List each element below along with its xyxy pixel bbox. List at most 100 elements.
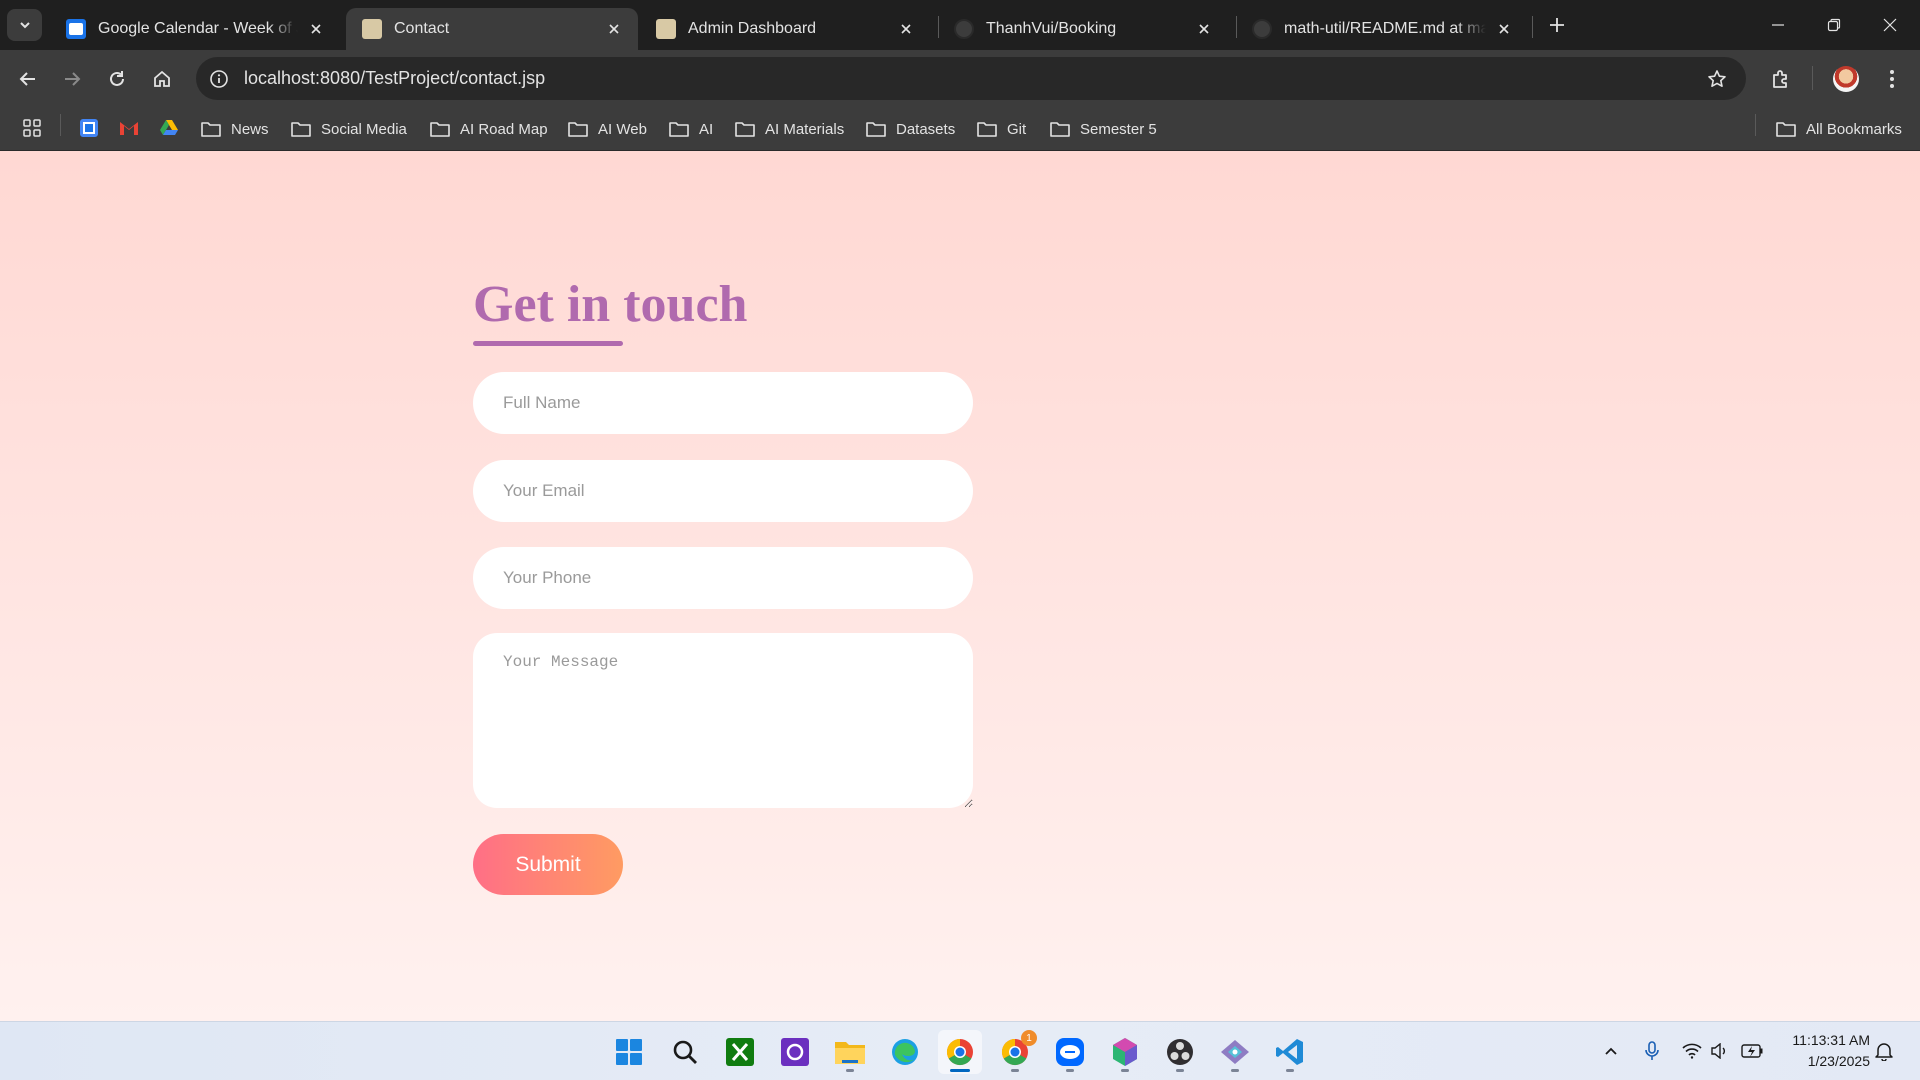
obs-icon xyxy=(1167,1039,1193,1065)
new-tab-button[interactable] xyxy=(1542,10,1572,40)
taskbar-xbox[interactable] xyxy=(718,1030,762,1074)
search-icon xyxy=(673,1040,697,1064)
minimize-button[interactable] xyxy=(1750,0,1806,50)
extensions-button[interactable] xyxy=(1763,61,1799,97)
google-drive-icon[interactable] xyxy=(158,117,180,139)
running-indicator xyxy=(1286,1069,1294,1072)
tab-search-button[interactable] xyxy=(7,9,42,41)
bookmark-label: AI Web xyxy=(598,120,647,138)
submit-button[interactable]: Submit xyxy=(473,834,623,895)
folder-icon xyxy=(291,122,311,137)
home-button[interactable] xyxy=(144,61,180,97)
plus-icon xyxy=(1550,18,1564,32)
bookmark-label: Datasets xyxy=(896,120,956,138)
bookmark-folder-datasets[interactable]: Datasets xyxy=(866,115,955,143)
wifi-icon xyxy=(1682,1043,1702,1059)
address-bar[interactable]: localhost:8080/TestProject/contact.jsp xyxy=(196,57,1746,100)
active-indicator xyxy=(950,1069,970,1072)
restore-button[interactable] xyxy=(1806,0,1862,50)
close-icon[interactable] xyxy=(604,19,624,39)
tab-contact[interactable]: Contact xyxy=(346,8,638,50)
close-icon[interactable] xyxy=(306,19,326,39)
bookmark-star-icon[interactable] xyxy=(1702,64,1732,94)
profile-button[interactable] xyxy=(1828,61,1864,97)
folder-icon xyxy=(977,122,997,137)
bookmark-folder-ai[interactable]: AI xyxy=(669,115,713,143)
taskbar-search-button[interactable] xyxy=(663,1030,707,1074)
taskbar-hex-app[interactable] xyxy=(1103,1030,1147,1074)
full-name-input[interactable] xyxy=(473,372,973,434)
phone-input[interactable] xyxy=(473,547,973,609)
bookmark-label: Social Media xyxy=(321,120,407,138)
taskbar-chrome-profile[interactable]: 1 xyxy=(993,1030,1037,1074)
start-button[interactable] xyxy=(607,1030,651,1074)
taskbar-file-explorer[interactable] xyxy=(828,1030,872,1074)
bookmark-folder-ai-web[interactable]: AI Web xyxy=(568,115,647,143)
zalo-icon xyxy=(1056,1038,1084,1066)
more-vertical-icon xyxy=(1890,70,1894,88)
reload-button[interactable] xyxy=(99,61,135,97)
back-button[interactable] xyxy=(10,61,46,97)
bookmark-folder-ai-materials[interactable]: AI Materials xyxy=(735,115,844,143)
windows-taskbar: 1 11:13:31 AM 1/23/2025 xyxy=(0,1021,1920,1080)
tab-booking[interactable]: ThanhVui/Booking xyxy=(938,8,1228,50)
contact-page: Get in touch Submit xyxy=(0,151,1920,1021)
gmail-icon[interactable] xyxy=(118,117,140,139)
bell-icon xyxy=(1875,1043,1893,1061)
message-textarea[interactable] xyxy=(473,633,973,808)
apps-grid-icon[interactable] xyxy=(21,117,43,139)
xbox-icon xyxy=(726,1038,754,1066)
microphone-button[interactable] xyxy=(1638,1037,1666,1065)
bookmark-folder-semester-5[interactable]: Semester 5 xyxy=(1050,115,1157,143)
taskbar-chrome[interactable] xyxy=(938,1030,982,1074)
toolbar-separator xyxy=(1812,66,1813,90)
tab-title: Contact xyxy=(394,20,450,37)
chevron-down-icon xyxy=(19,22,30,29)
close-icon[interactable] xyxy=(896,19,916,39)
taskbar-zalo[interactable] xyxy=(1048,1030,1092,1074)
menu-button[interactable] xyxy=(1874,61,1910,97)
puzzle-icon xyxy=(1773,70,1787,88)
folder-icon xyxy=(866,122,886,137)
show-hidden-icons-button[interactable] xyxy=(1597,1037,1625,1065)
bookmark-folder-ai-road-map[interactable]: AI Road Map xyxy=(430,115,548,143)
running-indicator xyxy=(1121,1069,1129,1072)
reload-icon xyxy=(110,71,124,86)
bookmark-folder-news[interactable]: News xyxy=(201,115,269,143)
avatar xyxy=(1833,66,1859,92)
bookmark-folder-git[interactable]: Git xyxy=(977,115,1026,143)
taskbar-git-app[interactable] xyxy=(1213,1030,1257,1074)
forward-button[interactable] xyxy=(54,61,90,97)
home-icon xyxy=(154,70,170,87)
calendar-icon[interactable] xyxy=(78,117,100,139)
notifications-button[interactable] xyxy=(1870,1037,1898,1065)
taskbar-obs[interactable] xyxy=(1158,1030,1202,1074)
wifi-button[interactable] xyxy=(1678,1037,1706,1065)
bookmark-label: News xyxy=(231,120,269,138)
volume-button[interactable] xyxy=(1706,1037,1734,1065)
tab-admin-dashboard[interactable]: Admin Dashboard xyxy=(640,8,930,50)
chevron-up-icon xyxy=(1605,1047,1617,1055)
folder-icon xyxy=(1050,122,1070,137)
taskbar-app[interactable] xyxy=(773,1030,817,1074)
bookmarks-bar xyxy=(0,107,1920,151)
volume-icon xyxy=(1711,1043,1725,1059)
notification-badge: 1 xyxy=(1021,1030,1037,1046)
vscode-icon xyxy=(1276,1039,1303,1065)
bookmarks-separator xyxy=(1755,114,1756,136)
bookmark-folder-social-media[interactable]: Social Media xyxy=(291,115,407,143)
taskbar-edge[interactable] xyxy=(883,1030,927,1074)
all-bookmarks-button[interactable]: All Bookmarks xyxy=(1776,115,1902,143)
tab-math-util[interactable]: math-util/README.md at main xyxy=(1236,8,1528,50)
taskbar-vscode[interactable] xyxy=(1268,1030,1312,1074)
close-window-button[interactable] xyxy=(1862,0,1918,50)
page-title: Get in touch xyxy=(473,276,748,333)
bookmark-label: AI Materials xyxy=(765,120,845,138)
site-info-icon[interactable] xyxy=(202,62,236,96)
email-input[interactable] xyxy=(473,460,973,522)
close-icon[interactable] xyxy=(1494,19,1514,39)
tab-google-calendar[interactable]: Google Calendar - Week of January xyxy=(50,8,340,50)
close-icon[interactable] xyxy=(1194,19,1214,39)
taskbar-clock[interactable]: 11:13:31 AM 1/23/2025 xyxy=(1760,1030,1870,1072)
running-indicator xyxy=(846,1069,854,1072)
